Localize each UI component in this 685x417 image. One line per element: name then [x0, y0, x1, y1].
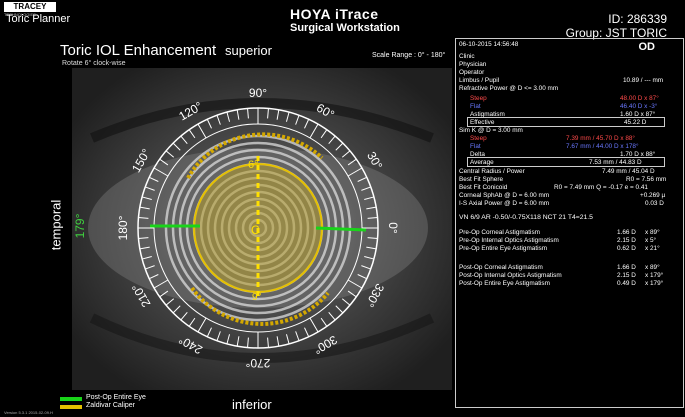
- caliper-mark-top: 6°: [248, 159, 259, 171]
- dial-label: 180°: [116, 215, 130, 240]
- legend-swatch-zaldivar: [60, 405, 82, 409]
- dial-label: 270°: [245, 356, 270, 370]
- tracey-logo: TRACEY: [4, 2, 56, 12]
- central-radius-value: 7.49 mm / 45.04 D: [602, 168, 655, 175]
- best-fit-sphere-value: R0 = 7.56 mm: [626, 176, 667, 183]
- postop-corneal-label: Post-Op Corneal Astigmatism: [459, 264, 543, 271]
- best-fit-sphere-label: Best Fit Sphere: [459, 176, 504, 183]
- is-axial-label: I-S Axial Power @ D = 6.00 mm: [459, 200, 550, 207]
- is-axial-value: 0.03 D: [645, 200, 664, 207]
- axis-179-label: 179°: [73, 213, 87, 239]
- app-title: Toric Planner: [6, 13, 71, 25]
- preop-entire-axis: x 21°: [645, 245, 660, 252]
- clinic-label: Clinic: [459, 53, 475, 60]
- info-panel: [455, 38, 684, 408]
- best-fit-conicoid-label: Best Fit Conicoid: [459, 184, 508, 191]
- postop-internal-label: Post-Op Internal Optics Astigmatism: [459, 272, 562, 279]
- exam-date: 06-10-2015 14:56:48: [459, 41, 519, 48]
- corneal-sphab-value: +0.269 µ: [640, 192, 666, 199]
- limbus-label: Limbus / Pupil: [459, 77, 500, 84]
- preop-entire-d: 0.62 D: [617, 245, 636, 252]
- effective-value: 45.22 D: [624, 119, 647, 126]
- temporal-label: temporal: [48, 199, 64, 251]
- preop-corneal-label: Pre-Op Corneal Astigmatism: [459, 229, 540, 236]
- postop-entire-label: Post-Op Entire Eye Astigmatism: [459, 280, 550, 287]
- scale-range: Scale Range : 0° - 180°: [372, 52, 446, 59]
- caliper-mark-bottom: 9°: [252, 292, 262, 303]
- postop-corneal-axis: x 89°: [645, 264, 660, 271]
- clinical-note: VN 6/9 AR -0.50/-0.75X118 NCT 21 T4=21.5: [459, 214, 593, 221]
- inferior-label: inferior: [232, 397, 272, 412]
- operator-label: Operator: [459, 69, 485, 76]
- preop-corneal-axis: x 89°: [645, 229, 660, 236]
- simk-steep-label: Steep: [470, 135, 487, 142]
- preop-entire-label: Pre-Op Entire Eye Astigmatism: [459, 245, 548, 252]
- postop-corneal-d: 1.66 D: [617, 264, 636, 271]
- postop-entire-axis: x 179°: [645, 280, 664, 287]
- dial-label: 90°: [249, 86, 267, 100]
- flat-value: 46.40 D x -3°: [620, 103, 658, 110]
- dial-label: 0°: [386, 222, 400, 234]
- flat-label: Flat: [470, 103, 481, 110]
- eye-image-view[interactable]: 6° 9° C 90°60°30°0°330°300°270°240°210°1…: [72, 68, 452, 390]
- simk-steep-value: 7.39 mm / 45.70 D x 88°: [566, 135, 635, 142]
- rotate-instruction: Rotate 6° clock-wise: [62, 60, 126, 67]
- average-value: 7.53 mm / 44.83 D: [589, 159, 642, 166]
- simk-flat-value: 7.67 mm / 44.00 D x 178°: [566, 143, 639, 150]
- eye-indicator: OD: [638, 41, 656, 53]
- postop-internal-axis: x 179°: [645, 272, 664, 279]
- legend-label-zaldivar: Zaldivar Caliper: [86, 402, 136, 409]
- simk-label: Sim K @ D = 3.00 mm: [459, 127, 523, 134]
- simk-flat-label: Flat: [470, 143, 481, 150]
- legend-swatch-post-op: [60, 397, 82, 401]
- preop-corneal-d: 1.66 D: [617, 229, 636, 236]
- superior-label: superior: [225, 43, 272, 58]
- brand-title: HOYA iTrace: [290, 6, 379, 22]
- refractive-power-label: Refractive Power @ D <= 3.00 mm: [459, 85, 559, 92]
- preop-internal-axis: x 5°: [645, 237, 657, 244]
- preop-internal-label: Pre-Op Internal Optics Astigmatism: [459, 237, 559, 244]
- average-label: Average: [470, 159, 494, 166]
- steep-label: Steep: [470, 95, 487, 102]
- corneal-sphab-label: Corneal SphAb @ D = 6.00 mm: [459, 192, 550, 199]
- center-c-marker: C: [251, 223, 260, 237]
- steep-value: 48.00 D x 87°: [620, 95, 659, 102]
- limbus-value: 10.89 / --- mm: [623, 77, 664, 84]
- legend-label-post-op: Post-Op Entire Eye: [86, 394, 146, 401]
- patient-id: ID: 286339: [608, 12, 667, 26]
- physician-label: Physician: [459, 61, 487, 68]
- preop-internal-d: 2.15 D: [617, 237, 636, 244]
- effective-label: Effective: [470, 119, 495, 126]
- central-radius-label: Central Radius / Power: [459, 168, 525, 175]
- panel-title: Toric IOL Enhancement: [60, 42, 217, 59]
- postop-internal-d: 2.15 D: [617, 272, 636, 279]
- best-fit-conicoid-value: R0 = 7.49 mm Q = -0.17 e = 0.41: [554, 184, 648, 191]
- brand-subtitle: Surgical Workstation: [290, 22, 400, 34]
- post-op-axis-right: [315, 226, 367, 232]
- version-text: Version 5.3.1 2015-02-09.H: [4, 410, 53, 415]
- postop-entire-d: 0.49 D: [617, 280, 636, 287]
